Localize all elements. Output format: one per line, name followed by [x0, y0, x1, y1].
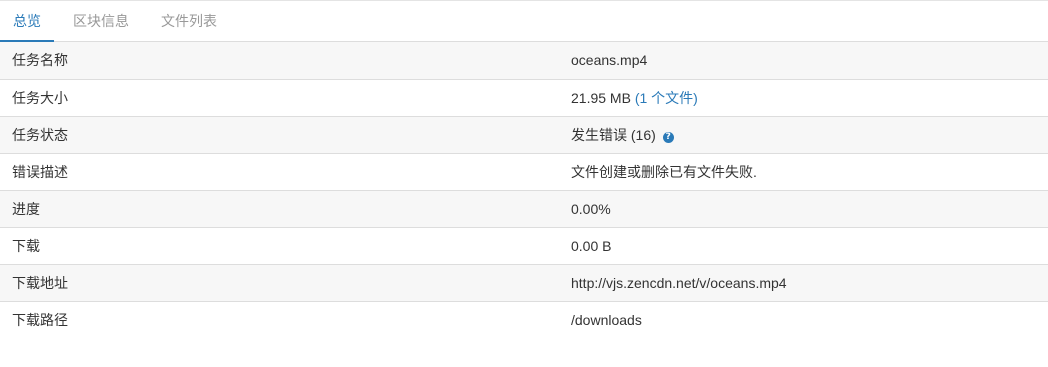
tab-overview[interactable]: 总览 [0, 0, 54, 42]
download-path-label: 下载路径 [0, 300, 559, 338]
task-name-value: oceans.mp4 [559, 42, 1048, 79]
row-download: 下载 0.00 B [0, 226, 1048, 264]
question-circle-icon[interactable]: ? [662, 131, 674, 143]
task-size-label: 任务大小 [0, 78, 559, 116]
task-size-cell: 21.95 MB (1 个文件) [559, 78, 1048, 116]
task-name-label: 任务名称 [0, 42, 559, 79]
tab-bar: 总览 区块信息 文件列表 [0, 0, 1048, 42]
task-status-cell: 发生错误 (16) ? [559, 115, 1048, 153]
row-error-description: 错误描述 文件创建或删除已有文件失败. [0, 152, 1048, 190]
download-path-value: /downloads [559, 300, 1048, 338]
row-progress: 进度 0.00% [0, 189, 1048, 227]
download-label: 下载 [0, 226, 559, 264]
download-value: 0.00 B [559, 226, 1048, 264]
download-url-value: http://vjs.zencdn.net/v/oceans.mp4 [559, 263, 1048, 301]
row-task-size: 任务大小 21.95 MB (1 个文件) [0, 78, 1048, 116]
task-info-table: 任务名称 oceans.mp4 任务大小 21.95 MB (1 个文件) 任务… [0, 42, 1048, 338]
error-description-label: 错误描述 [0, 152, 559, 190]
row-task-status: 任务状态 发生错误 (16) ? [0, 115, 1048, 153]
file-count-link[interactable]: (1 个文件) [635, 90, 698, 106]
tab-file-list[interactable]: 文件列表 [148, 0, 230, 41]
download-url-label: 下载地址 [0, 263, 559, 301]
progress-label: 进度 [0, 189, 559, 227]
row-download-url: 下载地址 http://vjs.zencdn.net/v/oceans.mp4 [0, 263, 1048, 301]
tab-block-info[interactable]: 区块信息 [60, 0, 142, 41]
task-status-label: 任务状态 [0, 115, 559, 153]
error-description-value: 文件创建或删除已有文件失败. [559, 152, 1048, 190]
progress-value: 0.00% [559, 189, 1048, 227]
task-status-value: 发生错误 (16) [571, 126, 656, 143]
row-task-name: 任务名称 oceans.mp4 [0, 42, 1048, 79]
task-size-value: 21.95 MB [571, 89, 631, 106]
row-download-path: 下载路径 /downloads [0, 300, 1048, 338]
